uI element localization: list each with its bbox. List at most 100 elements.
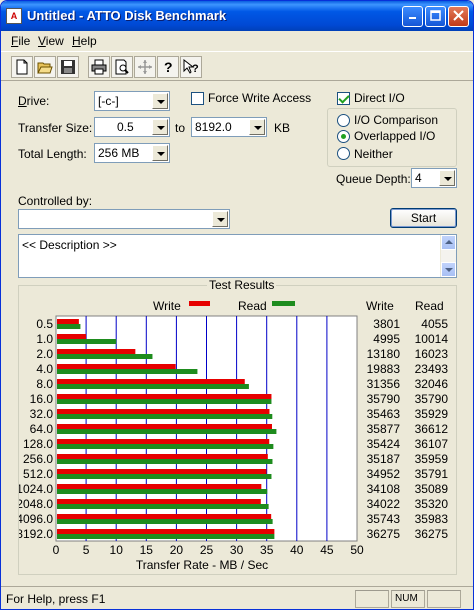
help-icon[interactable]: ?	[157, 56, 179, 78]
legend-write-swatch	[189, 301, 210, 306]
x-axis-title: Transfer Rate - MB / Sec	[136, 558, 268, 572]
title-bar[interactable]: A Untitled - ATTO Disk Benchmark	[1, 1, 473, 31]
x-tick-label: 0	[53, 543, 60, 557]
close-button[interactable]	[448, 6, 469, 27]
open-icon[interactable]	[34, 56, 56, 78]
column-header-read: Read	[415, 299, 444, 313]
read-bar	[57, 519, 273, 524]
start-button[interactable]: Start	[390, 208, 457, 228]
y-category-label: 4096.0	[19, 512, 53, 526]
maximize-button[interactable]	[425, 6, 446, 27]
y-category-label: 0.5	[36, 317, 53, 331]
print-preview-icon[interactable]	[111, 56, 133, 78]
y-category-label: 32.0	[30, 407, 54, 421]
value-columns: 3801 4055 4995 10014 13180 16023 19883 23493 313…	[367, 317, 449, 541]
read-value: 32046	[415, 377, 449, 391]
read-value: 35320	[415, 497, 449, 511]
y-category-label: 64.0	[30, 422, 54, 436]
queue-depth-label: Queue Depth:	[336, 172, 411, 186]
read-value: 16023	[415, 347, 449, 361]
status-bar: For Help, press F1 NUM	[1, 586, 473, 609]
read-value: 36612	[415, 422, 449, 436]
save-icon[interactable]	[57, 56, 79, 78]
write-bar	[57, 514, 272, 519]
disk-benchmark-icon: A	[6, 8, 22, 24]
transfer-size-to-select[interactable]: 8192.0	[191, 117, 267, 137]
toolbar: ? ?	[1, 51, 473, 81]
controlled-by-select[interactable]	[18, 209, 230, 229]
chevron-down-icon	[152, 93, 168, 109]
status-cell-3	[427, 590, 461, 608]
scroll-up-icon[interactable]	[441, 235, 456, 250]
read-bar	[57, 459, 273, 464]
description-scrollbar[interactable]	[440, 235, 456, 277]
chevron-down-icon	[249, 119, 265, 135]
drive-value: [-c-]	[98, 94, 119, 108]
x-tick-label: 20	[170, 543, 184, 557]
write-value: 3801	[373, 317, 400, 331]
neither-radio[interactable]	[337, 147, 350, 160]
minimize-button[interactable]	[402, 6, 423, 27]
move-icon[interactable]	[134, 56, 156, 78]
read-value: 35791	[415, 467, 449, 481]
x-tick-label: 10	[110, 543, 124, 557]
read-value: 36275	[415, 527, 449, 541]
overlapped-io-radio[interactable]	[337, 130, 350, 143]
scroll-down-icon[interactable]	[441, 262, 456, 277]
drive-label: Drive:	[18, 94, 50, 108]
legend-write-label: Write	[153, 299, 181, 313]
svg-text:?: ?	[192, 63, 199, 75]
y-category-label: 1.0	[36, 332, 53, 346]
print-icon[interactable]	[88, 56, 110, 78]
write-value: 36275	[367, 527, 401, 541]
write-bar	[57, 454, 268, 459]
svg-text:?: ?	[164, 59, 173, 75]
status-num: NUM	[391, 590, 425, 608]
context-help-icon[interactable]: ?	[180, 56, 202, 78]
new-icon[interactable]	[11, 56, 33, 78]
read-bar	[57, 534, 275, 539]
total-length-select[interactable]: 256 MB	[94, 143, 170, 163]
read-value: 23493	[415, 362, 449, 376]
y-axis-labels: 0.51.02.04.08.016.032.064.0128.0256.0512…	[19, 317, 53, 541]
write-value: 31356	[367, 377, 401, 391]
read-bar	[57, 324, 81, 329]
x-tick-label: 50	[350, 543, 364, 557]
write-value: 13180	[367, 347, 401, 361]
read-bar	[57, 354, 153, 359]
write-bar	[57, 469, 267, 474]
to-label: to	[175, 121, 186, 135]
x-tick-label: 30	[230, 543, 244, 557]
write-value: 35877	[367, 422, 401, 436]
x-tick-label: 25	[200, 543, 214, 557]
write-bar	[57, 319, 79, 324]
transfer-size-from-value: 0.5	[117, 120, 134, 134]
read-value: 4055	[421, 317, 448, 331]
write-bar	[57, 379, 245, 384]
menu-help[interactable]: Help	[72, 34, 97, 48]
read-bar	[57, 429, 277, 434]
write-bar	[57, 349, 136, 354]
x-tick-label: 35	[260, 543, 274, 557]
menu-file[interactable]: File	[11, 34, 30, 48]
menu-view[interactable]: View	[38, 34, 64, 48]
write-bar	[57, 499, 261, 504]
legend-read-label: Read	[238, 299, 267, 313]
read-bar	[57, 474, 272, 479]
start-button-label: Start	[410, 211, 437, 225]
force-write-checkbox[interactable]	[191, 92, 204, 105]
overlapped-io-label: Overlapped I/O	[354, 129, 436, 143]
queue-depth-select[interactable]: 4	[411, 168, 457, 188]
drive-select[interactable]: [-c-]	[94, 91, 170, 111]
direct-io-checkbox[interactable]	[337, 92, 350, 105]
description-textarea[interactable]: << Description >>	[18, 234, 457, 278]
write-value: 35743	[367, 512, 401, 526]
y-category-label: 8192.0	[19, 527, 53, 541]
io-comparison-radio[interactable]	[337, 114, 350, 127]
x-tick-label: 40	[290, 543, 304, 557]
transfer-size-from-select[interactable]: 0.5	[94, 117, 170, 137]
x-tick-label: 5	[83, 543, 90, 557]
write-bar	[57, 409, 270, 414]
description-text: << Description >>	[22, 238, 117, 252]
read-value: 35089	[415, 482, 449, 496]
